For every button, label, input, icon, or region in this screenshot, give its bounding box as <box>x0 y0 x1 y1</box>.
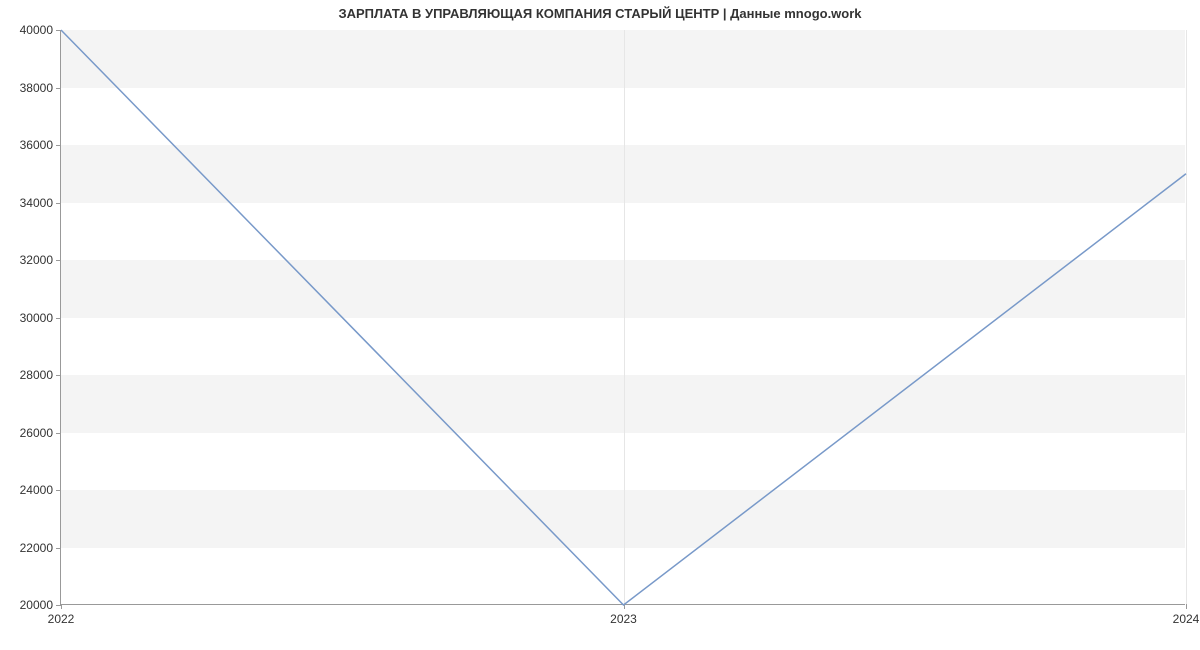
plot-area: 2000022000240002600028000300003200034000… <box>60 30 1185 605</box>
y-tick-label: 28000 <box>20 368 61 382</box>
y-tick-label: 34000 <box>20 196 61 210</box>
y-tick-label: 32000 <box>20 253 61 267</box>
y-tick-label: 36000 <box>20 138 61 152</box>
chart-container: ЗАРПЛАТА В УПРАВЛЯЮЩАЯ КОМПАНИЯ СТАРЫЙ Ц… <box>0 0 1200 650</box>
chart-title: ЗАРПЛАТА В УПРАВЛЯЮЩАЯ КОМПАНИЯ СТАРЫЙ Ц… <box>0 6 1200 21</box>
x-grid-line <box>1186 30 1187 604</box>
y-tick-label: 40000 <box>20 23 61 37</box>
y-tick-label: 38000 <box>20 81 61 95</box>
y-tick-label: 22000 <box>20 541 61 555</box>
line-layer <box>61 30 1186 605</box>
y-tick-label: 30000 <box>20 311 61 325</box>
x-tick-mark <box>1186 604 1187 609</box>
y-tick-label: 26000 <box>20 426 61 440</box>
data-line <box>61 30 1186 605</box>
y-tick-label: 24000 <box>20 483 61 497</box>
